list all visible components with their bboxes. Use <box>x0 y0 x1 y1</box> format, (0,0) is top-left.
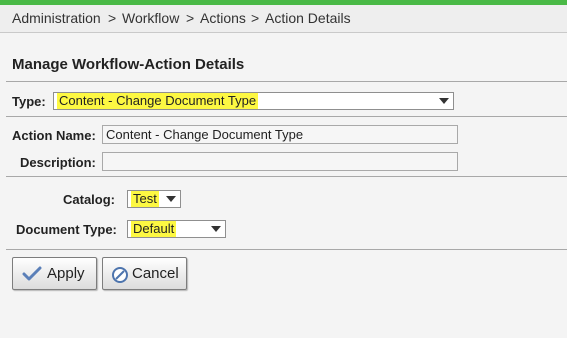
apply-button[interactable]: Apply <box>12 257 97 290</box>
catalog-select-value: Test <box>131 191 159 207</box>
description-label: Description: <box>20 155 96 170</box>
chevron-down-icon <box>166 196 176 202</box>
document-type-label: Document Type: <box>16 222 117 237</box>
document-type-select[interactable]: Default <box>127 220 226 238</box>
breadcrumb-item-actions[interactable]: Actions <box>200 10 246 26</box>
cancel-button-label: Cancel <box>132 265 179 282</box>
action-name-label: Action Name: <box>12 128 96 143</box>
divider <box>6 176 567 177</box>
breadcrumb-separator: > <box>251 10 260 26</box>
divider <box>6 81 567 82</box>
divider <box>6 249 567 250</box>
type-label: Type: <box>12 94 46 109</box>
cancel-button[interactable]: Cancel <box>102 257 187 290</box>
check-icon <box>22 266 42 286</box>
breadcrumb: Administration > Workflow > Actions > Ac… <box>0 5 567 33</box>
action-name-field[interactable]: Content - Change Document Type <box>102 125 458 144</box>
main-content: Manage Workflow-Action Details Type: Con… <box>0 33 567 338</box>
chevron-down-icon <box>439 98 449 104</box>
chevron-down-icon <box>211 226 221 232</box>
catalog-label: Catalog: <box>63 192 115 207</box>
page-title: Manage Workflow-Action Details <box>12 56 245 73</box>
type-select-value: Content - Change Document Type <box>57 93 259 109</box>
cancel-icon <box>111 266 129 288</box>
apply-button-label: Apply <box>47 265 85 282</box>
breadcrumb-item-workflow[interactable]: Workflow <box>122 10 179 26</box>
description-field[interactable] <box>102 152 458 171</box>
document-type-select-value: Default <box>131 221 177 237</box>
breadcrumb-separator: > <box>186 10 195 26</box>
type-select[interactable]: Content - Change Document Type <box>53 92 454 110</box>
breadcrumb-item-action-details: Action Details <box>265 10 351 26</box>
breadcrumb-separator: > <box>108 10 117 26</box>
catalog-select[interactable]: Test <box>127 190 181 208</box>
breadcrumb-item-administration[interactable]: Administration <box>12 10 101 26</box>
divider <box>6 116 567 117</box>
